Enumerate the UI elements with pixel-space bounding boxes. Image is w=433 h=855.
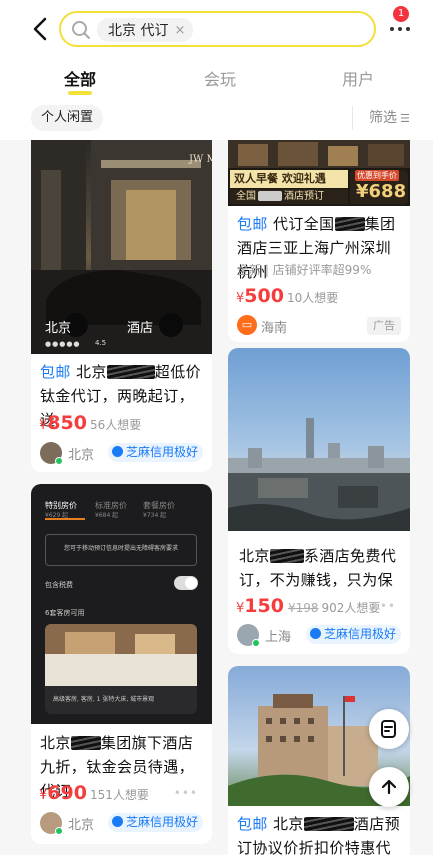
listing-photo: 特别房价 标准房价 套餐房价 ¥629 起 ¥684 起 ¥734 起 您可于移… — [31, 484, 212, 724]
photo-sign: JW M — [188, 154, 212, 165]
avatar[interactable] — [40, 812, 63, 835]
redacted-text — [303, 817, 354, 831]
redacted-text — [269, 549, 304, 563]
listing-title: 北京 系酒店免费代订，不为赚钱，只为保 — [239, 547, 397, 589]
clear-query-icon[interactable]: × — [174, 23, 185, 38]
ad-strip-sub: 全国 酒店预订 — [230, 189, 348, 204]
redacted-text — [106, 365, 155, 379]
free-shipping-tag: 包邮 — [237, 815, 268, 833]
filter-icon: ☰ — [400, 112, 410, 125]
arrow-up-icon — [381, 779, 397, 795]
scroll-to-top-button[interactable] — [369, 767, 409, 807]
listing-card[interactable]: JW M 北京 酒店 ●●●●● 4.5 包邮 北京 超低价钛金代订，两晚起订，送… — [31, 140, 212, 472]
tab-users[interactable]: 用户 — [313, 66, 403, 90]
more-options-icon[interactable]: ••• — [372, 599, 396, 613]
credit-icon — [111, 816, 123, 827]
ad-price-box: 优惠到手价 ¥688 — [350, 170, 408, 204]
seller-location: 上海 — [265, 630, 292, 645]
tab-play[interactable]: 会玩 — [175, 66, 265, 90]
seller-location: 海南 — [261, 321, 288, 336]
search-query-text: 北京 代订 — [108, 23, 169, 39]
filter-chip-personal-idle[interactable]: 个人闲置 — [31, 105, 104, 131]
header: 北京 代订 × 1 全部 会玩 用户 个人闲置 筛选 ☰ — [0, 0, 433, 140]
publish-button[interactable] — [369, 709, 409, 749]
notification-badge: 1 — [393, 6, 409, 22]
edit-note-icon — [381, 720, 396, 738]
search-bar[interactable]: 北京 代订 × — [59, 11, 376, 47]
seller-row: 北京 芝麻信用极好 — [40, 812, 203, 835]
seller-location: 北京 — [68, 448, 95, 463]
credit-icon — [309, 628, 321, 639]
photo-caption-left: 北京 — [45, 321, 72, 336]
listing-card[interactable]: 包邮 北京酒店预订协议价折扣价特惠代订 — [228, 666, 410, 855]
ad-banner: 双人早餐 欢迎礼遇 全国 酒店预订 优惠到手价 ¥688 — [228, 140, 410, 206]
free-shipping-tag: 包邮 — [40, 363, 71, 381]
photo-dots: ●●●●● — [45, 340, 81, 348]
listing-card[interactable]: 特别房价 标准房价 套餐房价 ¥629 起 ¥684 起 ¥734 起 您可于移… — [31, 484, 212, 844]
back-button[interactable] — [26, 14, 54, 44]
seller-location: 北京 — [68, 818, 95, 833]
city-skyline-image — [228, 418, 410, 531]
photo-caption-right: 酒店 — [127, 321, 154, 336]
credit-badge: 芝麻信用极好 — [305, 625, 401, 644]
seller-row: 北京 芝麻信用极好 — [40, 442, 203, 465]
listing-photo: JW M 北京 酒店 ●●●●● 4.5 — [31, 140, 212, 354]
credit-badge: 芝麻信用极好 — [107, 813, 203, 832]
photo-rating: 4.5 — [95, 339, 107, 347]
redacted-text — [70, 736, 101, 750]
filter-label: 筛选 — [369, 110, 397, 126]
listing-price: ¥150 ¥198 902人想要 — [236, 595, 381, 617]
tab-all[interactable]: 全部 — [35, 66, 125, 90]
ad-tag: 广告 — [367, 317, 401, 335]
more-options-icon[interactable]: ••• — [174, 786, 198, 800]
listing-photo — [228, 348, 410, 531]
chevron-left-icon — [33, 17, 47, 41]
avatar[interactable] — [237, 624, 260, 647]
seller-row: 上海 芝麻信用极好 — [237, 624, 401, 647]
avatar[interactable] — [40, 442, 63, 465]
shop-icon: ▭ — [237, 315, 257, 335]
listing-subtitle: 全新 | 店铺好评率超99% — [237, 263, 372, 277]
search-icon — [72, 21, 90, 39]
free-shipping-tag: 包邮 — [237, 215, 268, 233]
ad-strip: 双人早餐 欢迎礼遇 — [230, 170, 348, 188]
listing-price: ¥500 10人想要 — [236, 285, 339, 307]
redacted-text — [334, 217, 365, 231]
listing-card-ad[interactable]: 双人早餐 欢迎礼遇 全国 酒店预订 优惠到手价 ¥688 包邮 代订全国 集团酒店三… — [228, 140, 410, 342]
credit-badge: 芝麻信用极好 — [107, 443, 203, 462]
listing-card[interactable]: 北京 系酒店免费代订，不为赚钱，只为保 ¥150 ¥198 902人想要 ••• 上海… — [228, 348, 410, 654]
listing-price: ¥850 56人想要 — [39, 412, 142, 434]
tab-indicator — [68, 91, 92, 95]
listing-title: 包邮 北京酒店预订协议价折扣价特惠代订 — [237, 815, 400, 855]
tab-bar: 全部 会玩 用户 — [0, 60, 433, 96]
credit-icon — [111, 446, 123, 457]
search-query-chip[interactable]: 北京 代订 × — [97, 18, 194, 42]
listing-price: ¥690 151人想要 — [39, 782, 149, 804]
filter-button[interactable]: 筛选 ☰ — [352, 106, 410, 130]
